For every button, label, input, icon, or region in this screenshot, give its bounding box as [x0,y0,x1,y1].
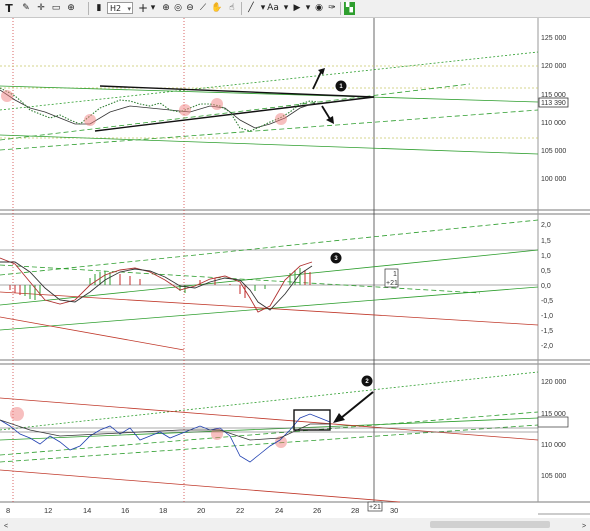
svg-text:-2,0: -2,0 [541,343,553,350]
svg-text:20: 20 [197,506,205,515]
svg-text:+21: +21 [386,280,398,287]
svg-text:22: 22 [236,506,244,515]
scroll-right-icon[interactable]: > [582,523,586,530]
scrollbar-thumb[interactable] [430,521,550,528]
svg-text:0,5: 0,5 [541,268,551,275]
svg-text:-1,0: -1,0 [541,313,553,320]
svg-text:24: 24 [275,506,283,515]
bottom-trendlines [0,371,539,503]
main-panel [0,18,538,210]
svg-text:18: 18 [159,506,167,515]
svg-text:120 000: 120 000 [541,379,566,386]
time-cursor-label: +21 [367,501,383,512]
svg-text:113 390: 113 390 [541,100,566,107]
svg-text:14: 14 [83,506,91,515]
bottom-current-price-box [537,416,569,428]
svg-text:105 000: 105 000 [541,473,566,480]
svg-text:1,0: 1,0 [541,253,551,260]
svg-text:0,0: 0,0 [541,283,551,290]
bottom-price-axis: 120 000 115 000 110 000 105 000 [541,379,566,480]
scroll-left-icon[interactable]: < [4,523,8,530]
horizontal-scrollbar[interactable]: < > [0,518,590,531]
svg-text:1,5: 1,5 [541,238,551,245]
time-axis: 8 12 14 16 18 20 22 24 26 28 30 [6,506,398,515]
svg-text:110 000: 110 000 [541,120,566,127]
current-price-label: 113 390 [538,97,569,108]
svg-text:12: 12 [44,506,52,515]
arrow-annotation-2 [333,391,374,423]
svg-text:16: 16 [121,506,129,515]
svg-text:100 000: 100 000 [541,176,566,183]
main-price-axis: 125 000 120 000 115 000 110 000 105 000 … [541,35,566,183]
badge-3: 3 [330,252,342,264]
badge-1: 1 [335,80,347,92]
svg-text:120 000: 120 000 [541,63,566,70]
svg-text:105 000: 105 000 [541,148,566,155]
bottom-highlight-circles [10,407,287,448]
svg-text:26: 26 [313,506,321,515]
oscillator-axis: 2,0 1,5 1,0 0,5 0,0 -0,5 -1,0 -1,5 -2,0 [541,222,553,350]
svg-text:30: 30 [390,506,398,515]
oscillator-info-box: 1 +21 [384,268,399,288]
svg-text:110 000: 110 000 [541,442,566,449]
svg-text:2,0: 2,0 [541,222,551,229]
svg-text:1: 1 [393,271,397,278]
svg-text:+21: +21 [369,504,381,511]
svg-text:-0,5: -0,5 [541,298,553,305]
svg-text:28: 28 [351,506,359,515]
chart-canvas: 1 125 000 120 000 115 000 110 000 105 00… [0,18,590,531]
oscillator-lines [0,219,539,351]
svg-text:-1,5: -1,5 [541,328,553,335]
svg-text:8: 8 [6,506,10,515]
badge-2: 2 [361,375,373,387]
svg-text:125 000: 125 000 [541,35,566,42]
